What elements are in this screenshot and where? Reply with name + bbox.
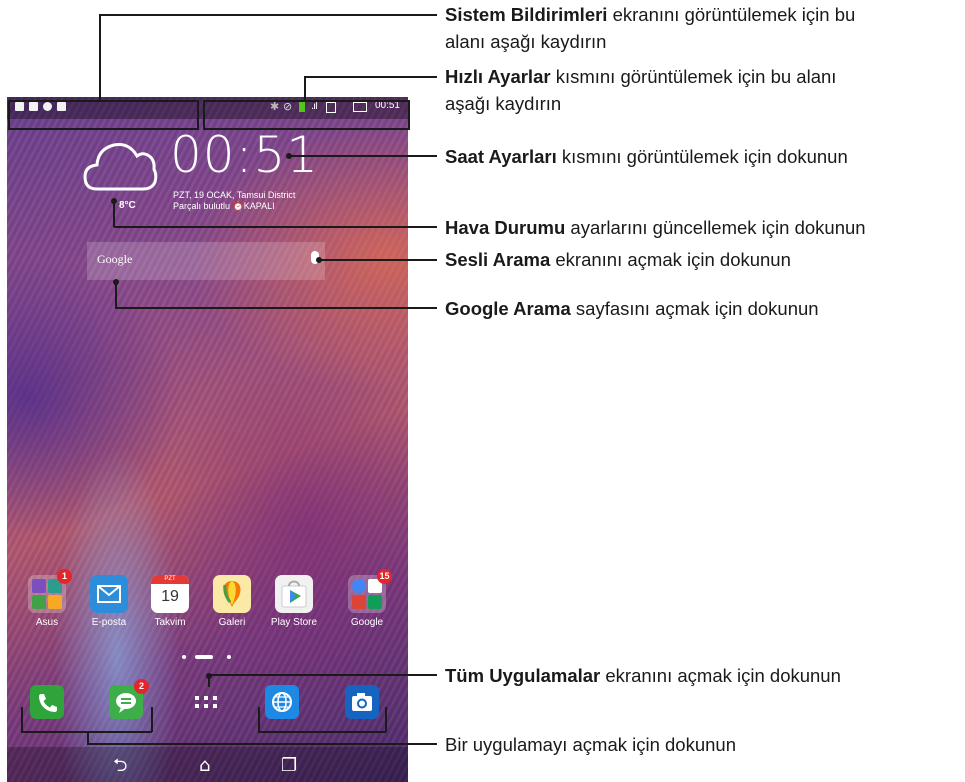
browser-icon[interactable]	[265, 685, 299, 719]
notifications-area-outline	[8, 100, 199, 130]
quick-settings-area-outline	[203, 100, 410, 130]
callout-line	[115, 307, 437, 309]
calendar-icon: PZT 19	[151, 575, 189, 613]
google-folder-icon: 15	[348, 569, 392, 613]
notification-badge: 2	[134, 679, 149, 694]
gallery-icon	[213, 575, 251, 613]
callout-line	[115, 282, 117, 308]
app-label: Takvim	[154, 617, 186, 628]
app-label: Galeri	[218, 617, 246, 628]
notification-badge: 15	[377, 569, 392, 584]
camera-icon[interactable]	[345, 685, 379, 719]
app-play-store[interactable]: Play Store	[264, 575, 324, 628]
callout-line	[385, 707, 387, 732]
app-label: E-posta	[91, 617, 127, 628]
app-email[interactable]: E-posta	[79, 575, 139, 628]
callout-line	[99, 14, 437, 16]
callout-line	[304, 76, 437, 78]
app-label: Asus	[35, 617, 59, 628]
app-google[interactable]: 15 Google	[337, 569, 397, 628]
folder-icon: 1	[28, 569, 72, 613]
callout-line	[114, 226, 437, 228]
weather-line: Parçalı bulutlu ⏰KAPALI	[173, 201, 275, 211]
app-label: Play Store	[270, 617, 318, 628]
callout-line	[87, 743, 437, 745]
callout-weather: Hava Durumu ayarlarını güncellemek için …	[445, 217, 866, 238]
cloud-weather-icon[interactable]	[81, 139, 159, 195]
app-label: Google	[350, 617, 384, 628]
app-asus[interactable]: 1 Asus	[17, 569, 77, 628]
callout-line	[258, 731, 386, 733]
temperature[interactable]: 8°C	[119, 200, 136, 211]
all-apps-icon[interactable]	[189, 685, 223, 719]
callout-clock-settings: Saat Ayarları kısmını görüntülemek için …	[445, 146, 848, 167]
callout-line	[208, 675, 210, 687]
app-gallery[interactable]: Galeri	[202, 575, 262, 628]
callout-open-app: Bir uygulamayı açmak için dokunun	[445, 734, 737, 755]
google-search-bar[interactable]: Google	[87, 242, 325, 280]
callout-line	[21, 707, 23, 732]
callout-line	[289, 155, 437, 157]
callout-line	[151, 707, 153, 732]
callout-line	[304, 76, 306, 100]
play-store-icon	[275, 575, 313, 613]
app-calendar[interactable]: PZT 19 Takvim	[140, 575, 200, 628]
callout-line	[208, 674, 437, 676]
mail-icon	[90, 575, 128, 613]
messages-icon[interactable]: 2	[109, 679, 149, 719]
home-button[interactable]: ⌂	[199, 757, 210, 775]
callout-line	[319, 259, 437, 261]
callout-line	[113, 200, 115, 227]
callout-google-search: Google Arama sayfasını açmak için dokunu…	[445, 298, 819, 319]
phone-icon[interactable]	[30, 685, 64, 719]
recents-button[interactable]: ❐	[281, 757, 297, 775]
callout-all-apps: Tüm Uygulamalar ekranını açmak için doku…	[445, 665, 841, 686]
notification-badge: 1	[57, 569, 72, 584]
callout-line	[258, 707, 260, 732]
google-search-label: Google	[97, 252, 133, 266]
callout-system-notifications: Sistem Bildirimleri ekranını görüntüleme…	[445, 4, 856, 52]
back-button[interactable]: ⮌	[113, 757, 127, 775]
callout-line	[99, 14, 101, 100]
callout-quick-settings: Hızlı Ayarlar kısmını görüntülemek için …	[445, 66, 837, 114]
clock-date-weather[interactable]: PZT, 19 OCAK, Tamsui District Parçalı bu…	[173, 190, 295, 212]
date-line: PZT, 19 OCAK, Tamsui District	[173, 190, 296, 200]
callout-voice-search: Sesli Arama ekranını açmak için dokunun	[445, 249, 791, 270]
